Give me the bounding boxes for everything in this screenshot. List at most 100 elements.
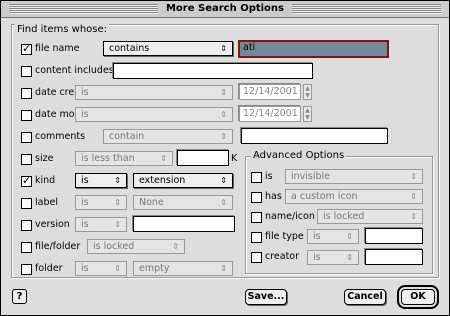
popup-arrows-icon: ⇕ <box>410 172 417 181</box>
adv-is-value: invisible <box>291 171 331 182</box>
title-bar[interactable]: More Search Options <box>1 1 449 18</box>
file-folder-label: file/folder <box>35 241 81 252</box>
popup-arrows-icon: ⇕ <box>346 253 353 262</box>
kind-checkbox[interactable] <box>21 174 32 188</box>
popup-arrows-icon: ⇕ <box>346 232 353 241</box>
size-operator-value: is less than <box>81 153 135 164</box>
date-modified-operator-value: is <box>81 109 89 120</box>
version-operator-popup[interactable]: is ⇕ <box>75 217 127 232</box>
popup-arrows-icon: ⇕ <box>220 132 227 141</box>
popup-arrows-icon: ⇕ <box>410 212 417 221</box>
size-field[interactable] <box>177 150 229 166</box>
date-modified-stepper[interactable]: ▲ ▼ <box>303 106 312 122</box>
folder-value-popup[interactable]: empty ⇕ <box>133 261 233 276</box>
size-operator-popup[interactable]: is less than ⇕ <box>75 151 173 166</box>
date-created-checkbox[interactable] <box>21 88 32 99</box>
file-name-operator-popup[interactable]: contains ⇕ <box>103 41 233 56</box>
version-operator-value: is <box>81 219 89 230</box>
popup-arrows-icon: ⇕ <box>220 88 227 97</box>
comments-operator-popup[interactable]: contain ⇕ <box>103 129 233 144</box>
file-name-checkbox[interactable] <box>21 42 32 56</box>
version-label: version <box>35 219 70 230</box>
date-modified-checkbox[interactable] <box>21 110 32 121</box>
file-folder-checkbox[interactable] <box>21 242 32 253</box>
adv-creator-operator-popup[interactable]: is ⇕ <box>307 250 359 265</box>
label-operator-popup[interactable]: is ⇕ <box>75 195 127 210</box>
size-checkbox[interactable] <box>21 154 32 165</box>
file-folder-operator-popup[interactable]: is locked ⇕ <box>87 239 185 254</box>
comments-checkbox[interactable] <box>21 132 32 143</box>
cancel-button[interactable]: Cancel <box>344 289 386 305</box>
popup-arrows-icon: ⇕ <box>220 110 227 119</box>
popup-arrows-icon: ⇕ <box>220 176 227 185</box>
adv-creator-label: creator <box>265 251 300 262</box>
adv-is-checkbox[interactable] <box>251 172 262 183</box>
folder-checkbox[interactable] <box>21 264 32 275</box>
adv-creator-operator-value: is <box>313 252 321 263</box>
date-created-stepper[interactable]: ▲ ▼ <box>303 84 312 100</box>
adv-creator-field[interactable] <box>365 249 423 265</box>
adv-creator-checkbox[interactable] <box>251 252 262 263</box>
folder-operator-popup[interactable]: is ⇕ <box>75 261 127 276</box>
version-field[interactable] <box>133 216 235 232</box>
save-button[interactable]: Save... <box>245 289 287 305</box>
adv-file-type-field[interactable] <box>365 228 423 244</box>
folder-operator-value: is <box>81 263 89 274</box>
adv-is-label: is <box>265 171 273 182</box>
ok-button[interactable]: OK <box>401 289 435 305</box>
content-includes-field[interactable] <box>113 63 313 79</box>
content-includes-checkbox[interactable] <box>21 66 32 77</box>
popup-arrows-icon: ⇕ <box>220 44 227 53</box>
popup-arrows-icon: ⇕ <box>220 198 227 207</box>
size-label: size <box>35 153 54 164</box>
file-folder-operator-value: is locked <box>93 241 135 252</box>
popup-arrows-icon: ⇕ <box>220 264 227 273</box>
adv-file-type-operator-popup[interactable]: is ⇕ <box>307 229 359 244</box>
help-button[interactable]: ? <box>12 289 27 304</box>
popup-arrows-icon: ⇕ <box>114 264 121 273</box>
adv-is-popup[interactable]: invisible ⇕ <box>285 169 423 184</box>
folder-label: folder <box>35 263 63 274</box>
file-name-operator-value: contains <box>109 43 150 54</box>
adv-has-checkbox[interactable] <box>251 192 262 203</box>
window-title: More Search Options <box>157 2 293 16</box>
comments-field[interactable] <box>241 128 388 144</box>
date-modified-field[interactable]: 12/14/2001 <box>239 106 301 122</box>
adv-has-popup[interactable]: a custom icon ⇕ <box>285 189 423 204</box>
label-label: label <box>35 197 58 208</box>
label-value-popup[interactable]: None ⇕ <box>133 195 233 210</box>
find-items-group-label: Find items whose: <box>15 24 110 36</box>
folder-value: empty <box>139 263 170 274</box>
file-name-label: file name <box>35 43 80 54</box>
comments-label: comments <box>35 131 86 142</box>
date-created-field[interactable]: 12/14/2001 <box>239 84 301 100</box>
popup-arrows-icon: ⇕ <box>114 220 121 229</box>
advanced-options-group-label: Advanced Options <box>251 150 347 162</box>
adv-name-icon-popup[interactable]: is locked ⇕ <box>317 209 423 224</box>
adv-file-type-checkbox[interactable] <box>251 232 262 243</box>
adv-name-icon-value: is locked <box>323 211 365 222</box>
adv-file-type-operator-value: is <box>313 231 321 242</box>
popup-arrows-icon: ⇕ <box>114 198 121 207</box>
kind-value: extension <box>139 175 186 186</box>
kind-value-popup[interactable]: extension ⇕ <box>133 173 233 188</box>
date-modified-operator-popup[interactable]: is ⇕ <box>75 107 233 122</box>
kind-label: kind <box>35 175 56 186</box>
content-includes-label: content includes <box>35 65 114 76</box>
date-created-operator-popup[interactable]: is ⇕ <box>75 85 233 100</box>
version-checkbox[interactable] <box>21 220 32 231</box>
popup-arrows-icon: ⇕ <box>114 176 121 185</box>
popup-arrows-icon: ⇕ <box>410 192 417 201</box>
comments-operator-value: contain <box>109 131 145 142</box>
adv-file-type-label: file type <box>265 231 304 242</box>
search-options-window: More Search Options Find items whose: fi… <box>0 0 450 316</box>
label-value: None <box>139 197 164 208</box>
popup-arrows-icon: ⇕ <box>160 154 167 163</box>
file-name-field[interactable]: ati <box>238 40 389 58</box>
adv-name-icon-checkbox[interactable] <box>251 212 262 223</box>
adv-name-icon-label: name/icon <box>265 211 315 222</box>
label-checkbox[interactable] <box>21 198 32 209</box>
kind-operator-popup[interactable]: is ⇕ <box>75 173 127 188</box>
adv-has-value: a custom icon <box>291 191 358 202</box>
kind-operator-value: is <box>81 175 89 186</box>
